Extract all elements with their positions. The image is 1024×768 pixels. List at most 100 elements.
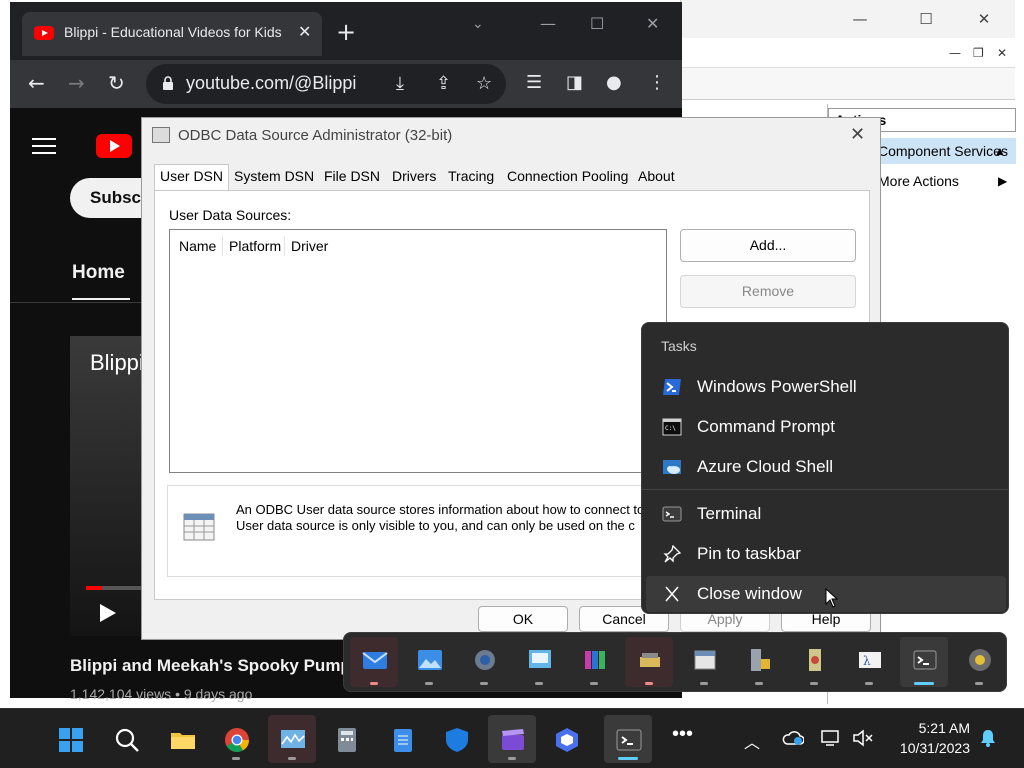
hamburger-menu-icon[interactable] <box>32 138 56 154</box>
taskbar-clipchamp[interactable] <box>488 715 536 763</box>
jumplist-item-powershell[interactable]: Windows PowerShell <box>646 369 1006 405</box>
taskbar-terminal[interactable] <box>604 715 652 763</box>
overflow-app-settings[interactable] <box>460 637 508 687</box>
install-app-icon[interactable]: ⤓ <box>396 73 404 94</box>
running-indicator <box>975 682 983 685</box>
taskbar-copilot[interactable] <box>542 715 590 763</box>
component-services-icon <box>640 653 660 667</box>
tab-drivers[interactable]: Drivers <box>392 168 436 190</box>
clock-date[interactable]: 10/31/2023 <box>884 740 970 756</box>
volume-muted-icon[interactable] <box>852 729 874 747</box>
search-button[interactable] <box>102 715 150 763</box>
back-arrow-icon[interactable]: ← <box>28 72 45 94</box>
side-panel-icon[interactable]: ◨ <box>566 72 583 93</box>
video-title[interactable]: Blippi and Meekah's Spooky Pumpkin <box>70 656 360 676</box>
add-button[interactable]: Add... <box>680 229 856 262</box>
remove-button[interactable]: Remove <box>680 275 856 308</box>
profile-avatar-icon[interactable]: ● <box>606 72 622 93</box>
maximize-icon[interactable]: ☐ <box>590 14 604 33</box>
mdi-restore-icon[interactable]: ❐ <box>973 46 984 60</box>
jumplist-label: Command Prompt <box>697 417 835 436</box>
overflow-app-server[interactable] <box>735 637 783 687</box>
media-queue-icon[interactable]: ☰ <box>526 72 542 93</box>
column-header-platform[interactable]: Platform <box>229 238 281 254</box>
forward-arrow-icon[interactable]: → <box>68 72 85 94</box>
performance-monitor-icon <box>281 730 305 748</box>
odbc-icon <box>694 650 716 670</box>
overflow-app-photos[interactable] <box>405 637 453 687</box>
minimize-icon[interactable]: — <box>540 14 556 33</box>
jumplist-item-terminal[interactable]: Terminal <box>646 496 1006 532</box>
mdi-close-icon[interactable]: ✕ <box>997 46 1007 60</box>
powershell-icon <box>663 379 681 395</box>
taskbar-overflow-button[interactable]: ••• <box>660 715 708 763</box>
onedrive-cloud-icon[interactable] <box>782 729 804 747</box>
close-icon[interactable]: ✕ <box>646 14 659 33</box>
overflow-app-control-panel[interactable] <box>515 637 563 687</box>
overflow-app-character-map[interactable]: λ <box>845 637 893 687</box>
odbc-tabs: User DSN System DSN File DSN Drivers Tra… <box>154 164 870 191</box>
minimize-icon[interactable]: — <box>845 8 875 30</box>
more-dots-icon: ••• <box>672 723 694 745</box>
overflow-app-mail[interactable] <box>350 637 398 687</box>
mouse-cursor-icon <box>825 588 839 608</box>
clock-time[interactable]: 5:21 AM <box>904 720 970 736</box>
play-icon[interactable] <box>100 604 116 622</box>
terminal-jump-list: Tasks Windows PowerShell C:\ Command Pro… <box>641 322 1009 614</box>
overflow-app-terminal[interactable] <box>900 637 948 687</box>
terminal-icon <box>616 729 642 751</box>
chrome-toolbar: ← → ↻ youtube.com/@Blippi ⤓ ⇪ ☆ ☰ ◨ ● ⋮ <box>10 60 682 108</box>
start-button[interactable] <box>46 715 94 763</box>
photos-icon <box>418 650 442 670</box>
taskbar-security[interactable] <box>432 715 480 763</box>
notification-bell-icon[interactable] <box>980 729 996 747</box>
channel-tab-home[interactable]: Home <box>72 262 125 284</box>
video-meta: 1,142,104 views • 9 days ago <box>70 686 253 702</box>
svg-text:λ: λ <box>863 654 871 668</box>
tab-about[interactable]: About <box>638 168 675 190</box>
dialog-close-icon[interactable]: ✕ <box>850 124 865 145</box>
tab-close-icon[interactable]: ✕ <box>298 22 311 41</box>
control-panel-icon <box>529 650 551 668</box>
bookmark-star-icon[interactable]: ☆ <box>476 73 492 94</box>
kebab-menu-icon[interactable]: ⋮ <box>648 72 666 93</box>
lock-icon[interactable] <box>162 76 174 90</box>
overflow-app-component-services[interactable] <box>625 637 673 687</box>
omnibox[interactable]: youtube.com/@Blippi ⤓ ⇪ ☆ <box>146 64 506 104</box>
user-data-sources-list[interactable]: Name Platform Driver <box>169 229 667 473</box>
reload-icon[interactable]: ↻ <box>108 72 125 94</box>
tab-file-dsn[interactable]: File DSN <box>324 168 380 190</box>
network-icon[interactable] <box>820 729 842 747</box>
jumplist-item-azure-cloud-shell[interactable]: Azure Cloud Shell <box>646 449 1006 485</box>
column-header-name[interactable]: Name <box>179 238 216 254</box>
share-icon[interactable]: ⇪ <box>436 73 451 94</box>
tab-search-chevron-icon[interactable]: ⌄ <box>472 16 484 32</box>
tray-chevron-up-icon[interactable]: ︿ <box>744 729 760 753</box>
jumplist-item-command-prompt[interactable]: C:\ Command Prompt <box>646 409 1006 445</box>
taskbar-performance-monitor[interactable] <box>268 715 316 763</box>
collapse-up-icon[interactable]: ▲ <box>994 138 1006 164</box>
jumplist-item-pin-to-taskbar[interactable]: Pin to taskbar <box>646 536 1006 572</box>
tab-tracing[interactable]: Tracing <box>448 168 494 190</box>
taskbar-calculator[interactable] <box>322 715 370 763</box>
overflow-app-winrar[interactable] <box>570 637 618 687</box>
tab-connection-pooling[interactable]: Connection Pooling <box>507 168 628 190</box>
taskbar-file-explorer[interactable] <box>158 715 206 763</box>
chrome-tab-blippi[interactable]: Blippi - Educational Videos for Kids ✕ <box>22 12 322 56</box>
overflow-app-odbc[interactable] <box>680 637 728 687</box>
maximize-icon[interactable]: ☐ <box>911 8 941 30</box>
tab-system-dsn[interactable]: System DSN <box>234 168 314 190</box>
archive-books-icon <box>585 651 605 669</box>
overflow-app-disk[interactable] <box>955 637 1003 687</box>
column-header-driver[interactable]: Driver <box>291 238 328 254</box>
close-icon[interactable]: ✕ <box>969 8 999 30</box>
new-tab-plus-icon[interactable]: + <box>336 20 356 44</box>
mdi-minimize-icon[interactable]: — <box>949 46 961 60</box>
youtube-logo-icon[interactable] <box>96 134 132 158</box>
taskbar-notepad[interactable] <box>378 715 426 763</box>
tab-user-dsn[interactable]: User DSN <box>154 164 230 191</box>
taskbar-chrome[interactable] <box>212 715 260 763</box>
ok-button[interactable]: OK <box>478 606 568 632</box>
tab-title: Blippi - Educational Videos for Kids <box>64 24 282 40</box>
overflow-app-services[interactable] <box>790 637 838 687</box>
